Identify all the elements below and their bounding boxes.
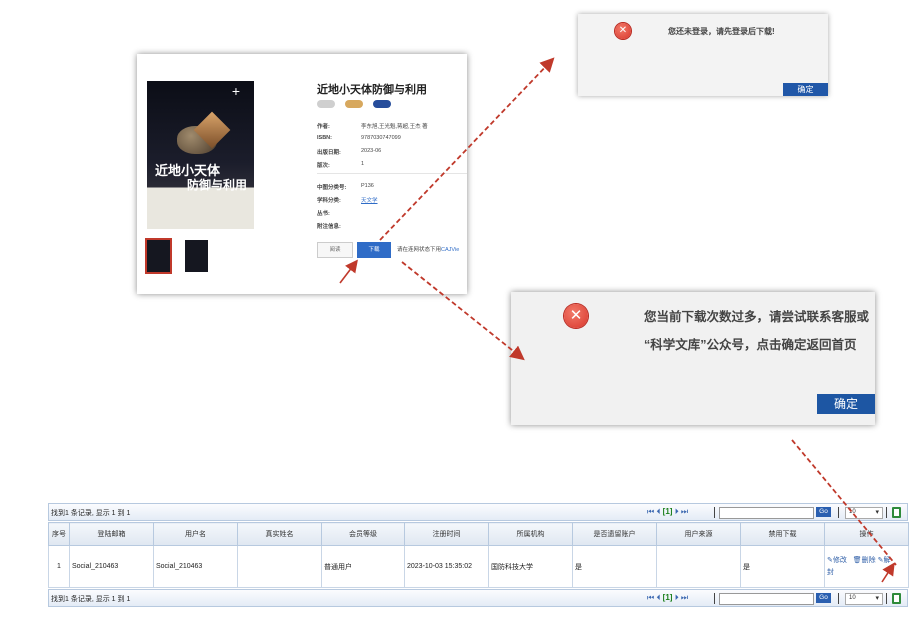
annotation-arrows [339,57,897,583]
arrow-to-login-dialog [379,57,555,241]
arrow-to-limit-dialog [401,261,525,361]
arrow-to-unlock-action [881,562,895,583]
arrow-to-download-button [339,259,358,284]
arrow-from-limit-dialog [791,439,897,566]
